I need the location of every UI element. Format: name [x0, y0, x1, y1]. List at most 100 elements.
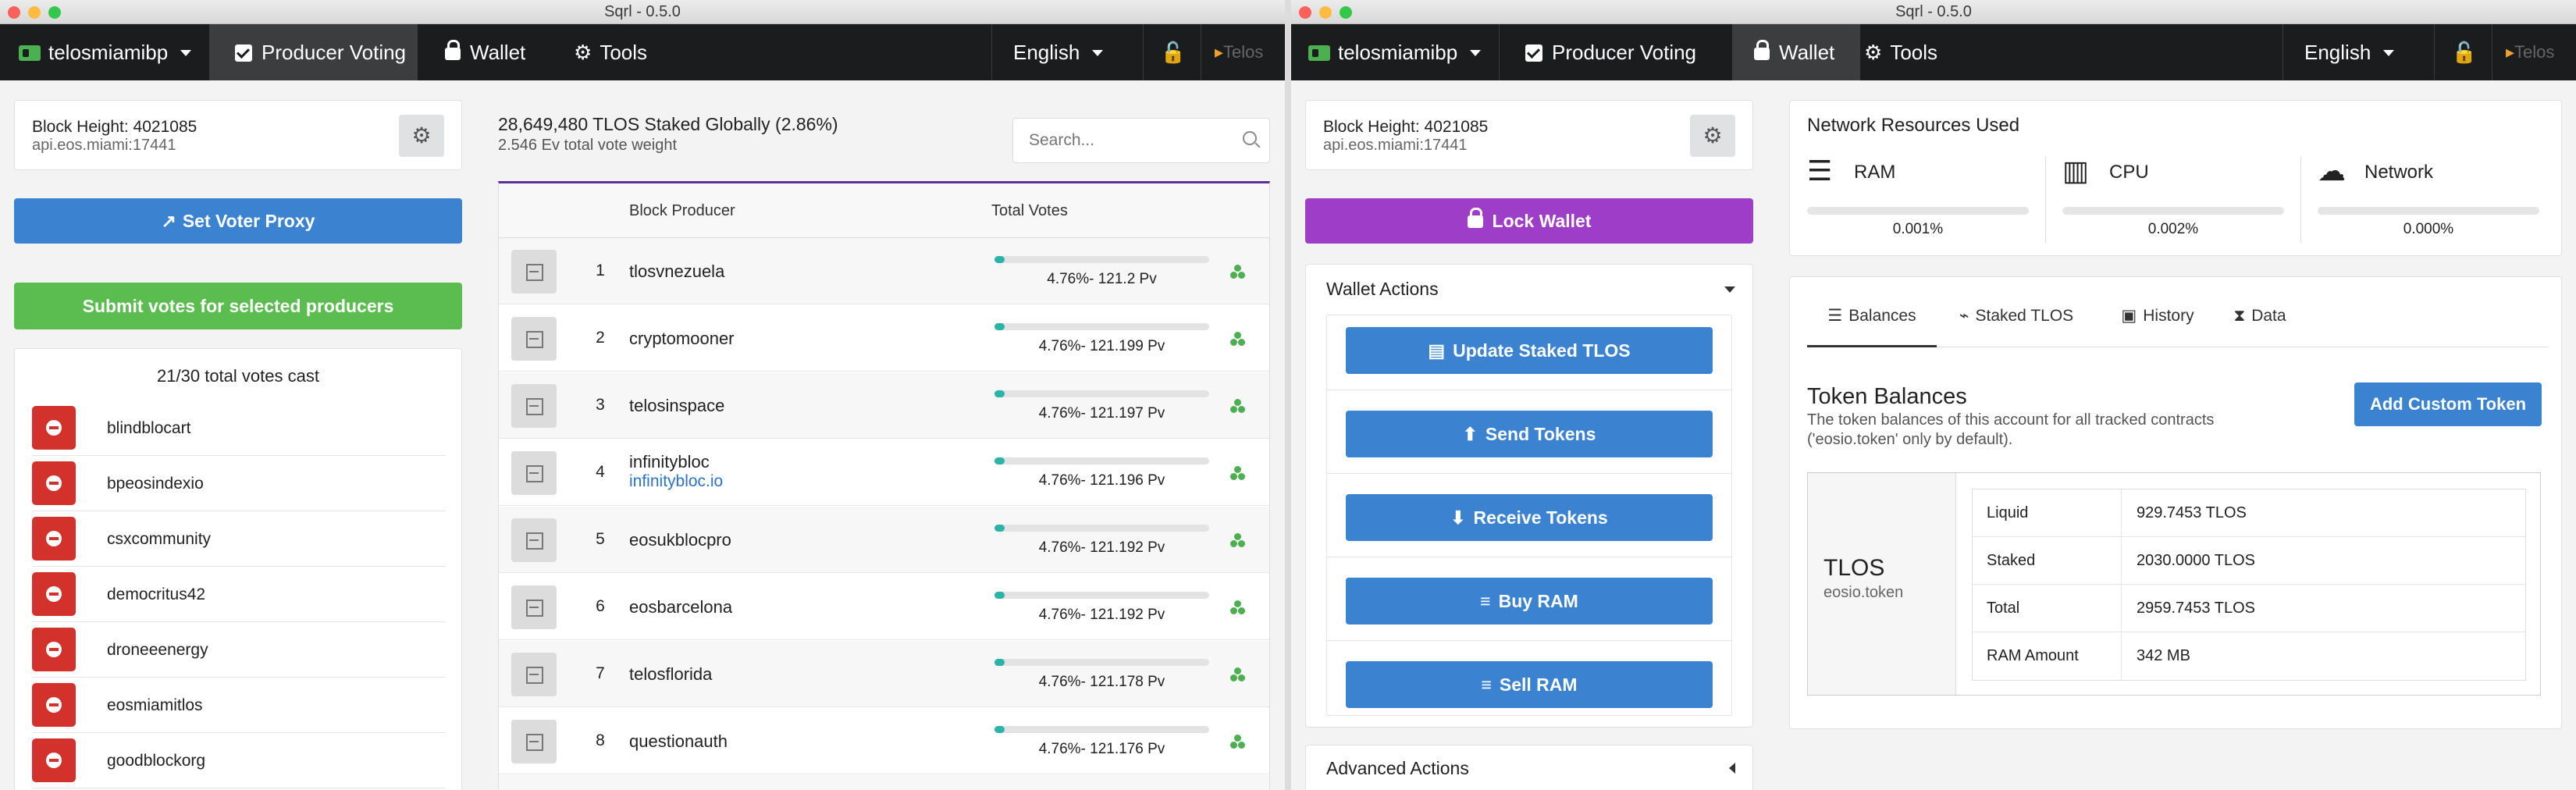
- table-row: 3 telosinspace 4.76%- 121.197 Pv: [499, 372, 1269, 439]
- select-producer-button[interactable]: [511, 720, 557, 763]
- nodes-icon: [1230, 735, 1246, 750]
- remove-producer-button[interactable]: [32, 628, 76, 671]
- zoom-window-button[interactable]: [48, 6, 61, 19]
- vote-progress-bar: [994, 256, 1209, 263]
- settings-button[interactable]: ⚙: [1690, 115, 1735, 157]
- vote-progress-bar: [994, 323, 1209, 330]
- wallet-action-label: Send Tokens: [1485, 424, 1596, 444]
- tab-balances[interactable]: ☰ Balances: [1807, 285, 1937, 347]
- select-producer-button[interactable]: [511, 317, 557, 361]
- chevron-down-icon[interactable]: [1724, 286, 1735, 293]
- tab-wallet-label: Wallet: [470, 41, 526, 64]
- tab-wallet[interactable]: Wallet: [1732, 24, 1860, 80]
- submit-votes-button[interactable]: Submit votes for selected producers: [14, 283, 462, 329]
- hourglass-icon: ⧗: [2233, 307, 2246, 325]
- search-box[interactable]: [1012, 118, 1270, 163]
- wallet-action-button[interactable]: ≡ Sell RAM: [1346, 661, 1713, 708]
- close-window-button[interactable]: [8, 6, 20, 19]
- balance-value: 342 MB: [2137, 647, 2190, 664]
- search-input[interactable]: [1029, 130, 1224, 151]
- settings-button[interactable]: ⚙: [399, 115, 444, 157]
- check-square-icon: [1525, 44, 1542, 62]
- stake-summary: 28,649,480 TLOS Staked Globally (2.86%): [498, 114, 838, 134]
- remove-producer-button[interactable]: [32, 572, 76, 616]
- resource-name: Network: [2364, 162, 2434, 183]
- select-producer-button[interactable]: [511, 518, 557, 562]
- tab-tools[interactable]: ⚙ Tools: [574, 24, 647, 80]
- unlock-icon[interactable]: 🔓: [1146, 24, 1201, 80]
- wallet-action-button[interactable]: ▤ Update Staked TLOS: [1346, 327, 1713, 374]
- status-card: Block Height: 4021085 api.eos.miami:1744…: [14, 100, 462, 170]
- balance-row: RAM Amount 342 MB: [1973, 632, 2525, 680]
- network-resources-title: Network Resources Used: [1807, 115, 2020, 136]
- chain-label: Telos: [1223, 42, 1264, 62]
- resource-value: 0.001%: [1892, 221, 1944, 237]
- remove-producer-button[interactable]: [32, 517, 76, 560]
- select-producer-button[interactable]: [511, 384, 557, 428]
- tab-wallet[interactable]: Wallet: [445, 24, 525, 80]
- balance-value: 2030.0000 TLOS: [2137, 552, 2255, 569]
- producer-table: Block Producer Total Votes 1 tlosvnezuela…: [498, 181, 1270, 790]
- lock-icon: [1467, 208, 1483, 228]
- tab-producer-voting[interactable]: Producer Voting: [1525, 24, 1696, 80]
- account-dropdown[interactable]: telosmiamibp: [1308, 24, 1482, 80]
- wallet-action-button[interactable]: ≡ Buy RAM: [1346, 578, 1713, 625]
- wallet-action-label: Receive Tokens: [1473, 507, 1608, 528]
- main-menu: telosmiamibp Producer Voting Wallet ⚙ Too…: [0, 24, 1285, 80]
- remove-producer-button[interactable]: [32, 683, 76, 727]
- status-card: Block Height: 4021085 api.eos.miami:1744…: [1305, 100, 1753, 170]
- balance-row: Liquid 929.7453 TLOS: [1973, 489, 2525, 537]
- database-icon: ☰: [1807, 155, 1833, 187]
- remove-producer-button[interactable]: [32, 406, 76, 450]
- list-item: csxcommunity: [32, 511, 446, 567]
- select-producer-button[interactable]: [511, 585, 557, 629]
- wallet-action-label: Update Staked TLOS: [1453, 340, 1631, 361]
- zoom-window-button[interactable]: [1340, 6, 1352, 19]
- col-block-producer: Block Producer: [629, 202, 735, 219]
- producer-rank: 5: [596, 530, 605, 548]
- tab-tools[interactable]: ⚙ Tools: [1864, 24, 1937, 80]
- tab-producer-voting[interactable]: Producer Voting: [210, 24, 418, 80]
- divider: [2121, 585, 2122, 632]
- remove-producer-button[interactable]: [32, 461, 76, 505]
- remove-producer-button[interactable]: [32, 738, 76, 782]
- language-dropdown[interactable]: English: [2304, 24, 2395, 80]
- select-producer-button[interactable]: [511, 250, 557, 294]
- advanced-actions-card[interactable]: Advanced Actions: [1305, 745, 1753, 790]
- wallet-action-button[interactable]: ⬇ Receive Tokens: [1346, 494, 1713, 541]
- select-producer-button[interactable]: [511, 451, 557, 495]
- account-name: telosmiamibp: [1338, 41, 1458, 64]
- lock-wallet-label: Lock Wallet: [1492, 211, 1592, 231]
- token-balances-desc-1: The token balances of this account for a…: [1807, 411, 2215, 429]
- language-dropdown[interactable]: English: [1013, 24, 1104, 80]
- add-custom-token-button[interactable]: Add Custom Token: [2354, 383, 2542, 426]
- tab-data[interactable]: ⧗ Data: [2221, 285, 2299, 347]
- tab-tools-label: Tools: [1890, 41, 1938, 64]
- tab-history[interactable]: ▣ History: [2108, 285, 2208, 347]
- token-balances-title: Token Balances: [1807, 384, 1967, 409]
- set-voter-proxy-button[interactable]: ↗ Set Voter Proxy: [14, 198, 462, 244]
- divider: [2121, 489, 2122, 537]
- submit-votes-label: Submit votes for selected producers: [82, 296, 394, 316]
- lock-wallet-button[interactable]: Lock Wallet: [1305, 198, 1753, 244]
- wallet-action-button[interactable]: ⬆ Send Tokens: [1346, 411, 1713, 457]
- language-label: English: [2304, 41, 2371, 64]
- list-item: goodblockorg: [32, 733, 446, 788]
- table-row: 2 cryptomooner 4.76%- 121.199 Pv: [499, 305, 1269, 372]
- select-producer-button[interactable]: [511, 653, 557, 696]
- chevron-down-icon: [1470, 50, 1482, 56]
- block-height: Block Height: 4021085: [1323, 118, 1489, 136]
- tab-staked-tlos[interactable]: ⌁ Staked TLOS: [1938, 285, 2094, 347]
- unlock-icon[interactable]: 🔓: [2437, 24, 2492, 80]
- tab-producer-voting-label: Producer Voting: [1552, 41, 1697, 64]
- producer-website-link[interactable]: infinitybloc.io: [629, 472, 723, 491]
- list-item: eosmiamitlos: [32, 678, 446, 733]
- title-bar: Sqrl - 0.5.0: [0, 0, 1285, 24]
- tab-tools-label: Tools: [600, 41, 648, 64]
- account-dropdown[interactable]: telosmiamibp: [19, 24, 192, 80]
- minimize-window-button[interactable]: [28, 6, 41, 19]
- id-card-icon: [1308, 45, 1330, 61]
- minimize-window-button[interactable]: [1319, 6, 1332, 19]
- close-window-button[interactable]: [1299, 6, 1311, 19]
- producer-name: csxcommunity: [107, 530, 212, 548]
